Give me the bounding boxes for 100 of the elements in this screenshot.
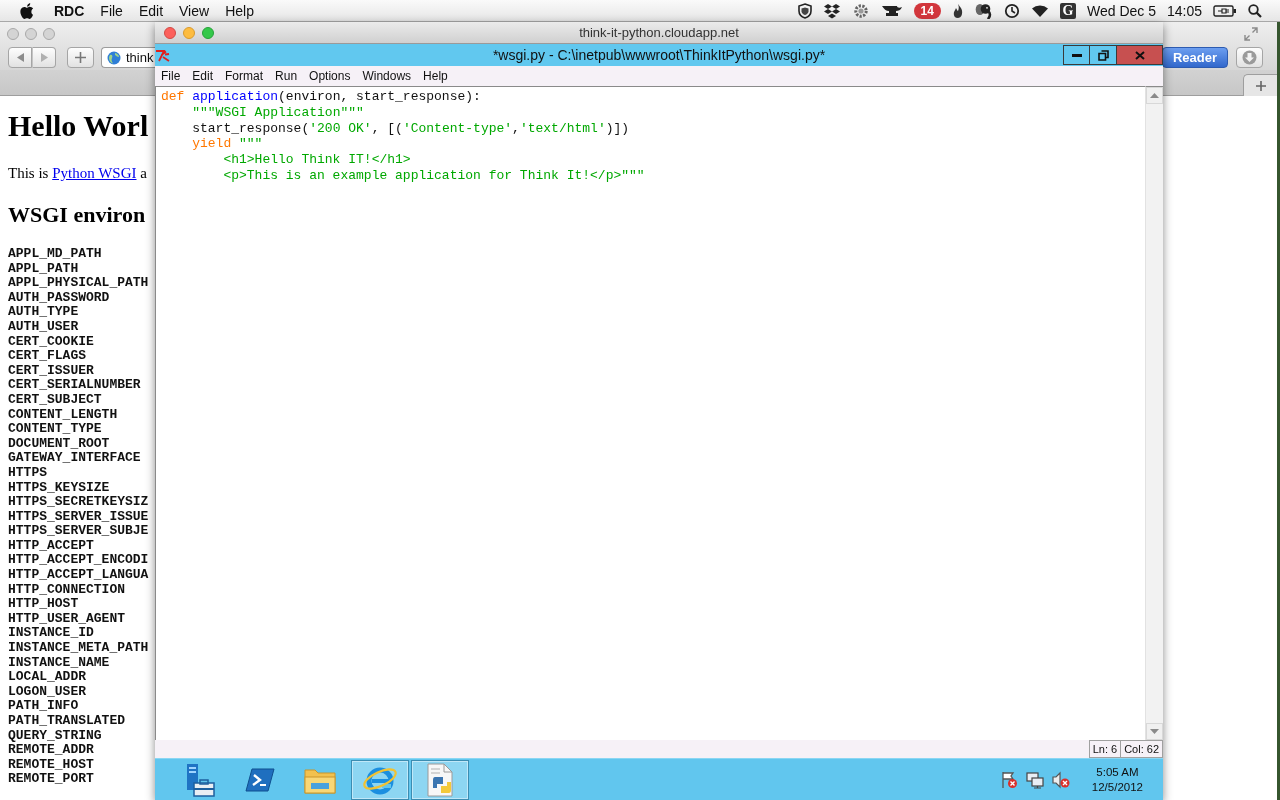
environment-variable: CERT_SUBJECT	[8, 392, 102, 408]
menu-item[interactable]: Help	[417, 67, 454, 85]
downloads-button[interactable]	[1236, 47, 1263, 68]
environment-variable: REMOTE_HOST	[8, 757, 94, 773]
code-line: <h1>Hello Think IT!</h1>	[223, 152, 411, 168]
environment-variable: HTTPS_SECRETKEYSIZ	[8, 495, 149, 510]
add-button[interactable]	[67, 47, 94, 68]
minus-icon	[1071, 53, 1082, 57]
environment-variable: HTTP_ACCEPT_LANGUA	[8, 568, 149, 583]
restore-button[interactable]	[1090, 45, 1117, 65]
menu-item[interactable]: File	[155, 67, 187, 85]
letter-tile[interactable]: G	[1059, 2, 1076, 19]
menu-item[interactable]: Help	[217, 0, 262, 21]
environment-variable: APPL_PATH	[8, 261, 79, 277]
environment-variable: APPL_PHYSICAL_PATH	[8, 276, 149, 291]
new-tab-button[interactable]	[1243, 74, 1277, 96]
environment-variable: APPL_MD_PATH	[8, 247, 102, 262]
taskbar-time: 5:05 AM	[1096, 764, 1139, 780]
left-triangle-icon	[16, 53, 24, 62]
close-button[interactable]	[164, 26, 176, 39]
plus-icon	[1255, 80, 1266, 91]
menu-item[interactable]: Windows	[356, 67, 418, 85]
apple-icon[interactable]	[19, 1, 34, 20]
environment-variable: LOGON_USER	[8, 684, 86, 700]
clock-icon[interactable]	[1003, 2, 1020, 19]
menu-bar-date[interactable]: Wed Dec 5	[1086, 0, 1156, 21]
vertical-scrollbar[interactable]	[1145, 86, 1163, 740]
environment-variable: AUTH_TYPE	[8, 305, 79, 320]
menu-item[interactable]: File	[92, 0, 131, 21]
environment-variable: PATH_TRANSLATED	[8, 714, 126, 729]
battery-icon[interactable]	[1213, 4, 1237, 17]
menu-item[interactable]: Options	[303, 67, 357, 85]
code-line: """WSGI Application"""	[192, 104, 364, 121]
environment-variable: LOCAL_ADDR	[8, 670, 86, 685]
environment-variable: PATH_INFO	[8, 699, 79, 714]
flag-alert-icon[interactable]	[999, 770, 1018, 789]
environment-variable: HTTP_USER_AGENT	[8, 611, 126, 627]
network-icon[interactable]	[1025, 770, 1044, 789]
environment-variable: HTTPS	[8, 465, 47, 481]
environment-variable: REMOTE_ADDR	[8, 743, 94, 758]
code-line: start_response('200 OK', [('Content-type','text/html')])	[192, 120, 630, 137]
code-line: def application(environ, start_response):	[161, 89, 481, 105]
section-heading: WSGI environ	[8, 202, 146, 227]
menu-bar-time[interactable]: 14:05	[1166, 0, 1202, 21]
down-arrow-circle-icon	[1242, 50, 1257, 65]
menu-item[interactable]: Edit	[186, 67, 220, 85]
environment-variable: HTTP_ACCEPT_ENCODI	[8, 553, 149, 569]
environment-variable: CONTENT_LENGTH	[8, 407, 118, 423]
environment-variable: CERT_SERIALNUMBER	[8, 378, 141, 393]
window-title: think-it-python.cloudapp.net	[579, 25, 740, 40]
scroll-up-button[interactable]	[1146, 87, 1163, 104]
wifi-icon[interactable]	[1030, 3, 1049, 18]
zoom-button[interactable]	[202, 26, 214, 39]
environment-variable: INSTANCE_ID	[8, 626, 94, 642]
diamonds-icon[interactable]	[822, 2, 841, 19]
flame-icon[interactable]	[951, 2, 964, 19]
shield-icon[interactable]	[797, 2, 812, 19]
muted-speaker-icon[interactable]	[1051, 770, 1070, 789]
address-field[interactable]: think	[101, 47, 156, 68]
menu-item[interactable]: Format	[219, 67, 270, 85]
taskbar-button[interactable]	[411, 759, 469, 800]
globe-icon	[107, 50, 121, 65]
close-button[interactable]	[1117, 45, 1163, 65]
app-logo-icon	[155, 48, 170, 62]
reader-button[interactable]: Reader	[1162, 47, 1228, 68]
environment-variable: INSTANCE_NAME	[8, 655, 110, 671]
scroll-down-button[interactable]	[1146, 723, 1163, 740]
gear-icon[interactable]	[851, 2, 870, 19]
environment-variable: REMOTE_PORT	[8, 772, 94, 787]
environment-variable: HTTPS_SERVER_SUBJE	[8, 524, 149, 539]
environment-variable: HTTPS_SERVER_ISSUE	[8, 509, 149, 525]
code-line: yield """	[192, 136, 263, 153]
taskbar-button[interactable]	[351, 759, 409, 800]
menu-item[interactable]: View	[171, 0, 218, 21]
anvil-icon[interactable]	[880, 3, 903, 18]
environment-variable: AUTH_PASSWORD	[8, 290, 110, 306]
app-menu[interactable]: RDC	[46, 0, 93, 21]
search-icon[interactable]	[1248, 3, 1262, 18]
environment-variable: DOCUMENT_ROOT	[8, 436, 110, 452]
cursor-line-status: Ln: 6	[1088, 740, 1122, 758]
menu-item[interactable]: Edit	[130, 0, 172, 21]
environment-variable: HTTPS_KEYSIZE	[8, 480, 110, 496]
minimize-button[interactable]	[1063, 45, 1090, 65]
page-heading: Hello Worl	[8, 109, 149, 143]
forward-button[interactable]	[32, 47, 56, 68]
back-button[interactable]	[8, 47, 32, 68]
code-line: <p>This is an example application for Think It!</p>"""	[223, 168, 645, 184]
right-triangle-icon	[40, 53, 48, 62]
close-icon	[1134, 50, 1145, 60]
environment-variable: INSTANCE_META_PATH	[8, 641, 149, 656]
taskbar-date: 12/5/2012	[1091, 779, 1143, 795]
elephant-icon[interactable]	[974, 2, 993, 19]
script-file-icon	[425, 762, 455, 797]
menu-item[interactable]: Run	[269, 67, 304, 85]
diagonal-arrows-icon[interactable]	[1244, 26, 1258, 41]
plus-icon	[75, 52, 86, 63]
environment-variable: AUTH_USER	[8, 319, 79, 335]
python-wsgi-link[interactable]: Python WSGI	[52, 165, 137, 181]
notification-count[interactable]: 14	[913, 2, 941, 19]
server-toolbox-icon	[185, 762, 215, 797]
